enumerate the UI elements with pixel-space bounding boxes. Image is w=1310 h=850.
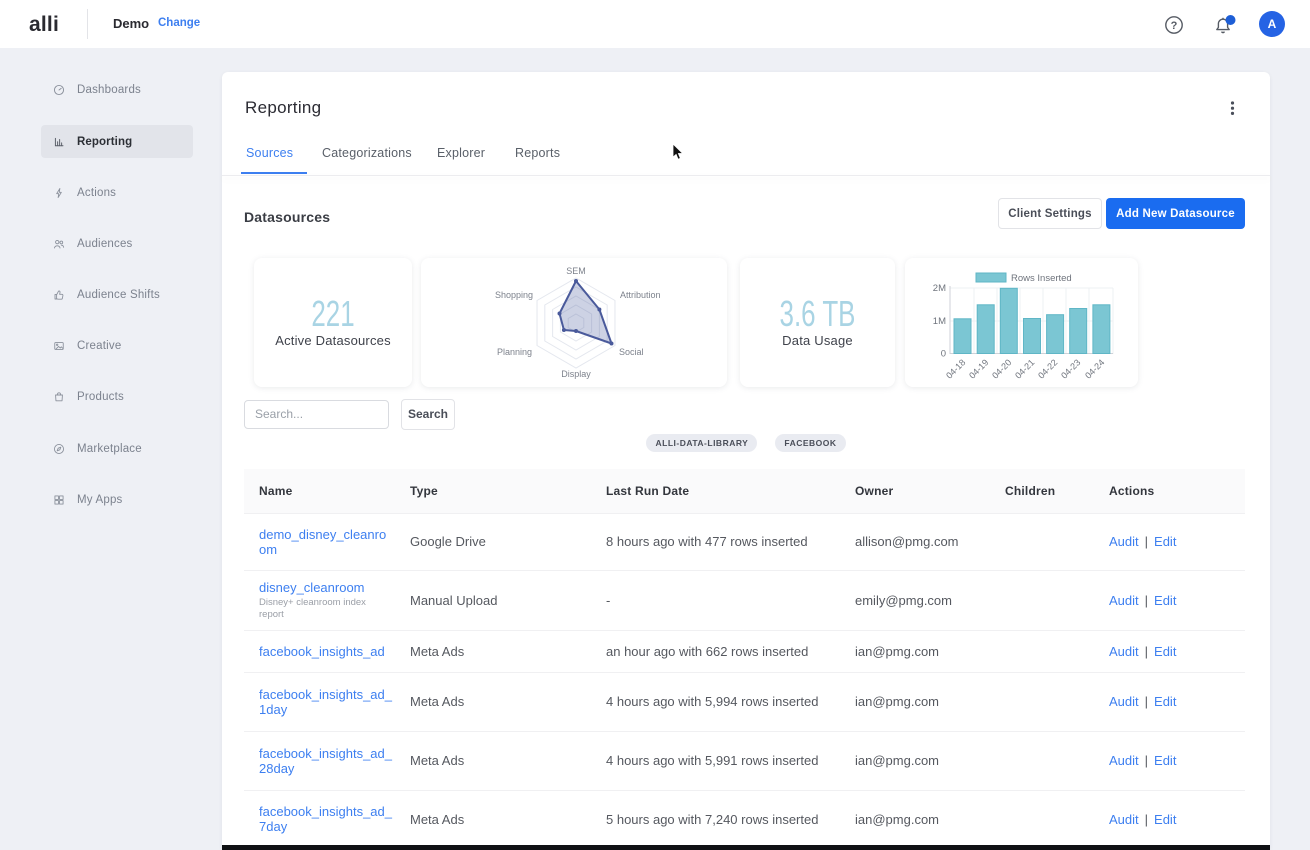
svg-text:0: 0 [941,349,946,360]
svg-text:04-22: 04-22 [1036,357,1059,380]
svg-text:1M: 1M [933,316,946,327]
svg-text:?: ? [1171,20,1178,32]
svg-text:04-24: 04-24 [1083,357,1106,380]
svg-text:04-19: 04-19 [967,357,990,380]
svg-text:2M: 2M [933,283,946,294]
svg-text:Rows Inserted: Rows Inserted [1011,273,1072,284]
svg-text:Shopping: Shopping [495,290,533,300]
svg-text:04-20: 04-20 [990,357,1013,380]
svg-text:04-21: 04-21 [1013,357,1036,380]
svg-text:Social: Social [619,347,644,357]
svg-text:Planning: Planning [497,347,532,357]
svg-text:SEM: SEM [566,266,586,276]
svg-text:Attribution: Attribution [620,290,661,300]
svg-text:04-23: 04-23 [1059,357,1082,380]
svg-text:04-18: 04-18 [944,357,967,380]
svg-text:Display: Display [561,369,591,379]
